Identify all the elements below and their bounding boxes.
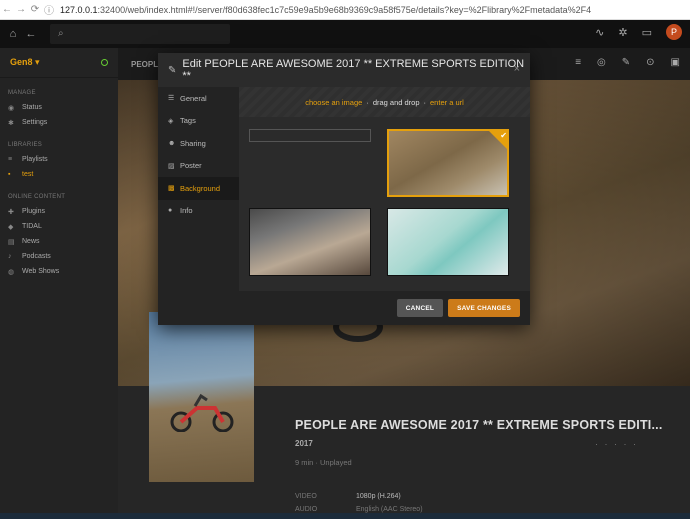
tab-background[interactable]: ▩ Background: [158, 177, 239, 200]
dialog-title: Edit PEOPLE ARE AWESOME 2017 ** EXTREME …: [182, 58, 525, 82]
more-icon[interactable]: ▣: [671, 57, 680, 68]
choose-image-link[interactable]: choose an image: [305, 98, 362, 107]
sliders-icon: ☰: [168, 95, 175, 103]
media-title: PEOPLE ARE AWESOME 2017 ** EXTREME SPORT…: [295, 418, 663, 432]
sidebar-item-web-shows[interactable]: ◍ Web Shows: [0, 264, 118, 279]
pulse-icon: ◉: [8, 104, 15, 112]
cast-icon[interactable]: ▭: [642, 26, 652, 39]
globe-icon: ◍: [8, 268, 15, 276]
browser-address-bar: ← → ⟳ ⓘ 127.0.0.1:32400/web/index.html#!…: [0, 0, 690, 20]
media-meta: 9 min · Unplayed: [295, 458, 352, 467]
sidebar-item-test[interactable]: ▪ test: [0, 167, 118, 182]
background-option-selected[interactable]: ✔: [387, 129, 509, 197]
search-icon: ⌕: [58, 28, 64, 39]
server-name[interactable]: Gen8 ▾: [10, 57, 40, 68]
dialog-footer: CANCEL SAVE CHANGES: [158, 291, 530, 325]
audio-label: AUDIO: [295, 506, 318, 513]
info-icon[interactable]: ⓘ: [42, 2, 56, 17]
user-avatar[interactable]: P: [666, 24, 682, 40]
server-selector[interactable]: Gen8 ▾: [0, 48, 118, 78]
tab-sharing[interactable]: ☻ Sharing: [158, 132, 239, 155]
media-details: PEOPLE ARE AWESOME 2017 ** EXTREME SPORT…: [295, 418, 685, 513]
reload-icon[interactable]: ⟳: [28, 4, 42, 15]
back-arrow-icon[interactable]: ←: [0, 4, 14, 15]
video-value: 1080p (H.264): [356, 493, 401, 500]
os-taskbar: [0, 513, 690, 519]
puzzle-icon: ✚: [8, 208, 14, 216]
section-label-libraries: LIBRARIES: [8, 142, 43, 148]
dialog-header: ✎ Edit PEOPLE ARE AWESOME 2017 ** EXTREM…: [158, 53, 530, 87]
sidebar-item-tidal[interactable]: ◆ TIDAL: [0, 219, 118, 234]
edit-pencil-icon[interactable]: ✎: [622, 57, 630, 68]
sidebar-item-news[interactable]: ▤ News: [0, 234, 118, 249]
tab-poster[interactable]: ▨ Poster: [158, 155, 239, 178]
forward-arrow-icon[interactable]: →: [14, 4, 28, 15]
tag-icon: ◈: [168, 117, 174, 125]
settings-icon[interactable]: ✲: [618, 26, 627, 39]
rating-dots[interactable]: · · · · ·: [595, 439, 638, 449]
dialog-tabs: ☰ General ◈ Tags ☻ Sharing ▨ Poster ▩ Backgro…: [158, 87, 239, 291]
sidebar-item-plugins[interactable]: ✚ Plugins: [0, 204, 118, 219]
list-icon: ≡: [8, 156, 13, 163]
background-picker: choose an image · drag and drop · enter …: [239, 87, 530, 291]
check-circle-icon[interactable]: ◎: [597, 57, 606, 68]
home-icon[interactable]: ⌂: [4, 28, 22, 40]
newspaper-icon: ▤: [8, 238, 15, 246]
audio-value[interactable]: English (AAC Stereo): [356, 506, 423, 513]
top-navigation-bar: ⌂ ← ⌕ ∿ ✲ ▭ P: [0, 20, 690, 48]
video-label: VIDEO: [295, 493, 317, 500]
gear-icon: ✱: [8, 119, 14, 127]
tab-tags[interactable]: ◈ Tags: [158, 110, 239, 133]
sidebar-item-status[interactable]: ◉ Status: [0, 100, 118, 115]
playlist-add-icon[interactable]: ≡: [575, 57, 581, 68]
picture-icon: ▩: [168, 185, 175, 193]
sidebar-item-settings[interactable]: ✱ Settings: [0, 115, 118, 130]
microphone-icon: ♪: [8, 253, 12, 260]
drag-drop-text: drag and drop: [372, 97, 420, 107]
section-label-online: ONLINE CONTENT: [8, 194, 66, 200]
server-status-icon: [101, 59, 108, 66]
pencil-icon: ✎: [168, 64, 177, 76]
drop-zone[interactable]: choose an image · drag and drop · enter …: [239, 87, 530, 117]
enter-url-link[interactable]: enter a url: [430, 98, 464, 107]
selected-check-icon: ✔: [488, 130, 508, 150]
sidebar-item-podcasts[interactable]: ♪ Podcasts: [0, 249, 118, 264]
search-input[interactable]: ⌕: [50, 24, 230, 44]
sidebar: Gen8 ▾ MANAGE ◉ Status ✱ Settings LIBRARIE…: [0, 48, 118, 519]
motocross-bike-graphic: [170, 393, 234, 432]
background-option[interactable]: [387, 208, 509, 276]
close-icon[interactable]: ×: [514, 63, 520, 75]
tidal-icon: ◆: [8, 223, 14, 231]
tab-general[interactable]: ☰ General: [158, 87, 239, 110]
edit-dialog: ✎ Edit PEOPLE ARE AWESOME 2017 ** EXTREM…: [158, 53, 530, 325]
cancel-button[interactable]: CANCEL: [396, 299, 444, 317]
save-changes-button[interactable]: SAVE CHANGES: [448, 299, 520, 317]
image-icon: ▨: [168, 162, 175, 170]
poster-image[interactable]: [149, 312, 254, 482]
sidebar-item-playlists[interactable]: ≡ Playlists: [0, 152, 118, 167]
folder-icon: ▪: [8, 171, 11, 178]
url-text[interactable]: 127.0.0.1:32400/web/index.html#!/server/…: [60, 5, 591, 15]
tab-info[interactable]: ● Info: [158, 200, 239, 223]
info-circle-icon: ●: [168, 207, 173, 215]
background-option[interactable]: [249, 208, 371, 276]
back-icon[interactable]: ←: [22, 28, 40, 40]
users-icon: ☻: [168, 139, 176, 147]
section-label-manage: MANAGE: [8, 90, 36, 96]
background-option-blank[interactable]: [249, 129, 371, 142]
download-icon[interactable]: ⊙: [646, 57, 654, 68]
activity-icon[interactable]: ∿: [595, 26, 604, 39]
